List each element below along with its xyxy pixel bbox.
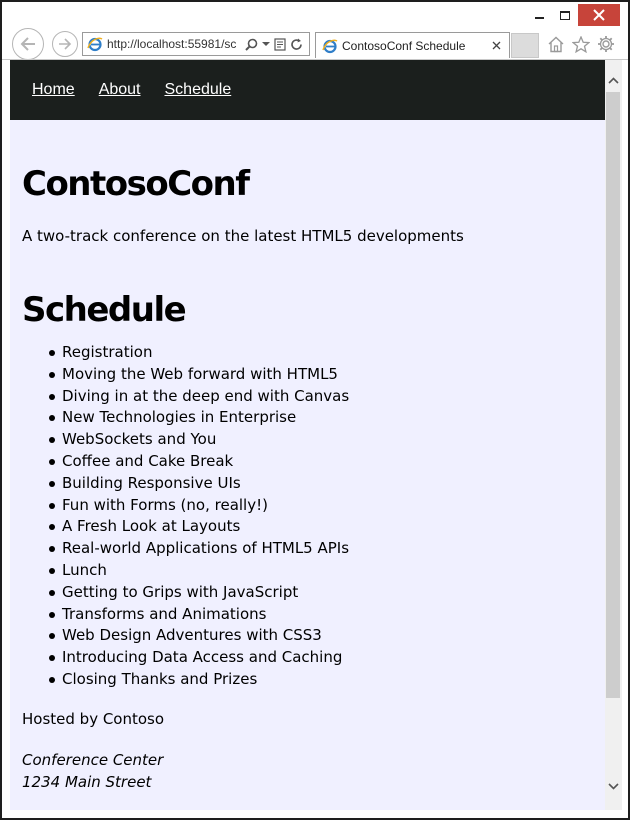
back-button[interactable] <box>12 28 44 60</box>
search-icon[interactable] <box>245 38 258 51</box>
tools-button[interactable] <box>596 34 616 54</box>
list-item: A Fresh Look at Layouts <box>49 516 593 538</box>
list-item: New Technologies in Enterprise <box>49 407 593 429</box>
nav-link-about[interactable]: About <box>99 81 141 99</box>
forward-button[interactable] <box>52 31 78 57</box>
schedule-list: Registration Moving the Web forward with… <box>22 342 593 691</box>
nav-link-home[interactable]: Home <box>32 81 75 99</box>
address-line-street: 1234 Main Street <box>22 772 152 791</box>
list-item: Real-world Applications of HTML5 APIs <box>49 538 593 560</box>
maximize-button[interactable] <box>550 4 580 26</box>
star-icon <box>572 35 590 53</box>
minimize-icon <box>534 17 544 19</box>
tab-close-button[interactable] <box>489 41 503 50</box>
list-item: Building Responsive UIs <box>49 473 593 495</box>
new-tab-button[interactable] <box>511 33 539 58</box>
close-window-button[interactable] <box>578 4 620 26</box>
scroll-down-button[interactable] <box>605 778 622 795</box>
list-item: Introducing Data Access and Caching <box>49 647 593 669</box>
site-tagline: A two-track conference on the latest HTM… <box>22 227 464 245</box>
nav-link-schedule[interactable]: Schedule <box>165 81 232 99</box>
vertical-scrollbar[interactable] <box>605 60 622 810</box>
list-item: Lunch <box>49 560 593 582</box>
chevron-down-icon <box>608 783 619 790</box>
chevron-up-icon <box>608 77 619 84</box>
ie-tab-icon <box>322 39 338 53</box>
site-navigation: Home About Schedule <box>10 60 605 120</box>
close-icon <box>492 41 500 50</box>
forward-arrow-icon <box>59 38 72 50</box>
scroll-up-button[interactable] <box>605 72 622 89</box>
tab-contosoconf-schedule[interactable]: ContosoConf Schedule <box>315 32 510 58</box>
list-item: Registration <box>49 342 593 364</box>
title-bar <box>2 2 628 30</box>
close-icon <box>593 9 605 21</box>
scrollbar-thumb[interactable] <box>606 92 620 698</box>
list-item: Coffee and Cake Break <box>49 451 593 473</box>
compatibility-view-icon[interactable] <box>274 37 286 51</box>
page-content: ContosoConf A two-track conference on th… <box>10 164 605 793</box>
home-button[interactable] <box>546 34 566 54</box>
list-item: Diving in at the deep end with Canvas <box>49 386 593 408</box>
venue-address: Conference Center 1234 Main Street <box>22 749 593 793</box>
page-viewport: Home About Schedule ContosoConf A two-tr… <box>10 60 605 810</box>
tab-title: ContosoConf Schedule <box>342 38 466 53</box>
refresh-icon[interactable] <box>290 38 303 51</box>
hosted-by-text: Hosted by Contoso <box>22 709 165 728</box>
maximize-icon <box>560 10 570 20</box>
gear-icon <box>598 36 614 52</box>
list-item: Closing Thanks and Prizes <box>49 669 593 691</box>
address-url[interactable]: http://localhost:55981/sc <box>107 37 241 51</box>
address-bar[interactable]: http://localhost:55981/sc <box>82 32 310 56</box>
home-icon <box>548 36 564 52</box>
list-item: WebSockets and You <box>49 429 593 451</box>
browser-window: http://localhost:55981/sc ContosoConf Sc… <box>0 0 630 820</box>
ie-page-icon <box>87 37 103 52</box>
site-title: ContosoConf <box>22 164 250 204</box>
window-bottom-edge <box>2 810 628 818</box>
back-arrow-icon <box>20 37 35 51</box>
list-item: Getting to Grips with JavaScript <box>49 582 593 604</box>
list-item: Moving the Web forward with HTML5 <box>49 364 593 386</box>
list-item: Web Design Adventures with CSS3 <box>49 625 593 647</box>
list-item: Transforms and Animations <box>49 604 593 626</box>
list-item: Fun with Forms (no, really!) <box>49 495 593 517</box>
browser-toolbar: http://localhost:55981/sc ContosoConf Sc… <box>2 28 628 60</box>
chevron-down-icon[interactable] <box>262 41 270 47</box>
schedule-heading: Schedule <box>22 290 187 330</box>
favorites-button[interactable] <box>571 34 591 54</box>
address-line-venue: Conference Center <box>22 750 164 769</box>
